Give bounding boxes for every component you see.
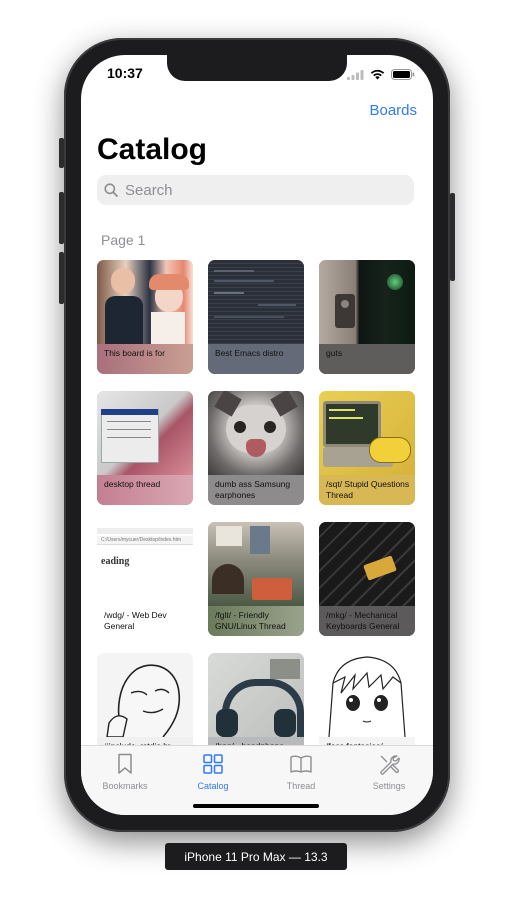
thread-thumbnail	[97, 653, 193, 738]
thread-card[interactable]: dumb ass Samsung earphones	[208, 391, 304, 505]
tab-settings[interactable]: Settings	[349, 746, 429, 815]
status-icons	[347, 67, 415, 85]
thread-thumbnail	[97, 260, 193, 344]
thread-subject: /sqt/ Stupid Questions Thread	[326, 479, 410, 500]
thread-card[interactable]: /fglt/ - Friendly GNU/Linux Thread	[208, 522, 304, 636]
thread-thumbnail: C:/Users/mycuer/Desktop/index.htm eading	[97, 522, 193, 606]
thread-card[interactable]: /mkg/ - Mechanical Keyboards General	[319, 522, 415, 636]
thread-subject: /fglt/ - Friendly GNU/Linux Thread	[215, 610, 286, 631]
home-indicator[interactable]	[193, 804, 319, 808]
boards-button[interactable]: Boards	[369, 102, 417, 119]
thread-card[interactable]: This board is for	[97, 260, 193, 374]
screen: 10:37 Boards Catalog Search Page 1 This …	[81, 55, 433, 815]
thread-thumbnail	[319, 653, 415, 738]
thread-subject: dumb ass Samsung earphones	[215, 479, 291, 500]
thread-thumbnail	[208, 260, 304, 344]
device-frame: 10:37 Boards Catalog Search Page 1 This …	[59, 38, 455, 832]
tab-label: Catalog	[197, 781, 229, 791]
book-icon	[290, 755, 312, 773]
status-time: 10:37	[107, 65, 143, 81]
thread-card[interactable]: C:/Users/mycuer/Desktop/index.htm eading…	[97, 522, 193, 636]
device-label: iPhone 11 Pro Max — 13.3	[165, 843, 347, 870]
thread-thumbnail	[319, 260, 415, 344]
thread-thumbnail	[208, 391, 304, 475]
power-button	[450, 193, 455, 281]
tab-label: Thread	[286, 781, 316, 791]
catalog-grid: This board is for Best Emacs distro guts…	[97, 260, 417, 767]
thread-subject: desktop thread	[104, 479, 161, 489]
cellular-signal-icon	[347, 67, 364, 85]
tab-bookmarks[interactable]: Bookmarks	[85, 746, 165, 815]
tab-label: Bookmarks	[102, 781, 148, 791]
thread-thumbnail	[208, 522, 304, 606]
thread-subject: /mkg/ - Mechanical Keyboards General	[326, 610, 400, 631]
thread-subject: Best Emacs distro	[215, 348, 284, 358]
volume-down-button	[59, 252, 64, 304]
grid-icon	[203, 754, 223, 774]
thread-thumbnail	[208, 653, 304, 738]
search-input[interactable]	[123, 180, 407, 200]
thread-card[interactable]: Best Emacs distro	[208, 260, 304, 374]
volume-up-button	[59, 192, 64, 244]
search-bar[interactable]	[97, 175, 414, 205]
thread-card[interactable]: desktop thread	[97, 391, 193, 505]
notch	[167, 55, 347, 81]
thread-subject: guts	[326, 348, 343, 358]
mute-switch	[59, 138, 64, 168]
thread-thumbnail	[319, 522, 415, 606]
bookmark-icon	[118, 753, 132, 774]
wifi-icon	[370, 67, 385, 85]
thread-card[interactable]: /sqt/ Stupid Questions Thread	[319, 391, 415, 505]
page-label: Page 1	[101, 232, 146, 248]
wrench-icon	[380, 755, 400, 775]
thread-subject: This board is for	[104, 348, 165, 358]
tab-label: Settings	[372, 781, 406, 791]
battery-icon	[391, 67, 415, 85]
page-title: Catalog	[97, 133, 208, 166]
thread-thumbnail	[97, 391, 193, 475]
thread-thumbnail	[319, 391, 415, 475]
thread-card[interactable]: guts	[319, 260, 415, 374]
search-icon	[104, 183, 118, 197]
thread-subject: /wdg/ - Web Dev General	[104, 610, 167, 631]
